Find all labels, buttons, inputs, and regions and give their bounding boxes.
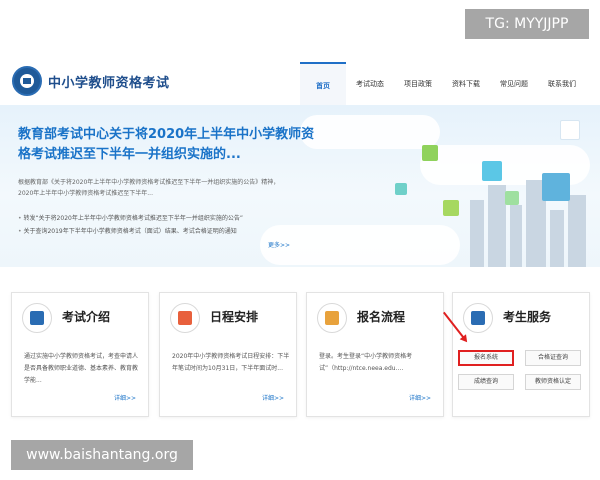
id-card-icon — [463, 303, 493, 333]
card-title[interactable]: 考试介绍 — [62, 308, 110, 325]
teacher-certification-button[interactable]: 教师资格认定 — [525, 374, 581, 390]
checkmark-icon-glyph — [178, 311, 192, 325]
registration-process-card: 报名流程 登录。考生登录“中小学教师资格考试”（http://ntce.neea… — [306, 292, 444, 417]
score-query-button[interactable]: 成绩查询 — [458, 374, 514, 390]
watermark-tag: TG: MYYJJPP — [465, 9, 589, 39]
certificate-query-button[interactable]: 合格证查询 — [525, 350, 581, 366]
building-graphic — [550, 210, 564, 267]
news-link[interactable]: 关于查询2019年下半年中小学教师资格考试（面试）结果、考试合格证明的通知 — [18, 225, 318, 238]
building-graphic — [568, 195, 586, 267]
nav-faq[interactable]: 常见问题 — [490, 62, 538, 106]
cube-graphic — [395, 183, 407, 195]
site-logo-icon[interactable] — [12, 66, 42, 96]
card-more-link[interactable]: 详细>> — [262, 393, 284, 402]
banner-more-link[interactable]: 更多>> — [268, 240, 290, 249]
site-title[interactable]: 中小学教师资格考试 — [48, 72, 170, 91]
site-watermark: www.baishantang.org — [11, 440, 193, 470]
checkmark-icon — [170, 303, 200, 333]
banner-summary: 根据教育部《关于将2020年上半年中小学教师资格考试推迟至下半年一并组织实施的公… — [18, 179, 280, 197]
nav-exam-news[interactable]: 考试动态 — [346, 62, 394, 106]
form-icon — [317, 303, 347, 333]
id-card-icon-glyph — [471, 311, 485, 325]
card-body: 登录。考生登录“中小学教师资格考试”（http://ntce.neea.edu.… — [319, 353, 413, 372]
main-nav: 首页 考试动态 项目政策 资料下载 常见问题 联系我们 — [300, 62, 586, 106]
schedule-card: 日程安排 2020年中小学教师资格考试日程安排：下半年笔试时间为10月31日，下… — [159, 292, 297, 417]
exam-intro-card: 考试介绍 通过实施中小学教师资格考试，考查申请人是否具备教师职业道德、基本素养、… — [11, 292, 149, 417]
cube-graphic — [505, 191, 519, 205]
card-body: 通过实施中小学教师资格考试，考查申请人是否具备教师职业道德、基本素养、教育教学能… — [24, 353, 139, 384]
building-graphic — [488, 185, 506, 267]
cube-graphic — [422, 145, 438, 161]
building-graphic — [470, 200, 484, 267]
cloud-decoration — [300, 115, 440, 149]
card-body: 2020年中小学教师资格考试日程安排：下半年笔试时间为10月31日，下半年面试时… — [172, 353, 290, 372]
cube-graphic — [482, 161, 502, 181]
registration-system-button[interactable]: 报名系统 — [458, 350, 514, 366]
nav-downloads[interactable]: 资料下载 — [442, 62, 490, 106]
card-title[interactable]: 日程安排 — [210, 308, 258, 325]
card-title[interactable]: 报名流程 — [357, 308, 405, 325]
banner-headline[interactable]: 教育部考试中心关于将2020年上半年中小学教师资格考试推迟至下半年一并组织实施的… — [18, 125, 318, 165]
news-link[interactable]: 转发“关于将2020年上半年中小学教师资格考试推迟至下半年一并组织实施的公告” — [18, 212, 318, 225]
cube-graphic — [560, 120, 580, 140]
banner-news-list: 转发“关于将2020年上半年中小学教师资格考试推迟至下半年一并组织实施的公告” … — [18, 212, 318, 238]
card-title[interactable]: 考生服务 — [503, 308, 551, 325]
nav-contact[interactable]: 联系我们 — [538, 62, 586, 106]
cube-graphic — [542, 173, 570, 201]
nav-policy[interactable]: 项目政策 — [394, 62, 442, 106]
nav-home[interactable]: 首页 — [300, 62, 346, 106]
document-icon-glyph — [30, 311, 44, 325]
form-icon-glyph — [325, 311, 339, 325]
logo-book-icon — [23, 78, 31, 84]
card-more-link[interactable]: 详细>> — [409, 393, 431, 402]
document-icon — [22, 303, 52, 333]
card-more-link[interactable]: 详细>> — [114, 393, 136, 402]
cube-graphic — [443, 200, 459, 216]
building-graphic — [510, 205, 522, 267]
